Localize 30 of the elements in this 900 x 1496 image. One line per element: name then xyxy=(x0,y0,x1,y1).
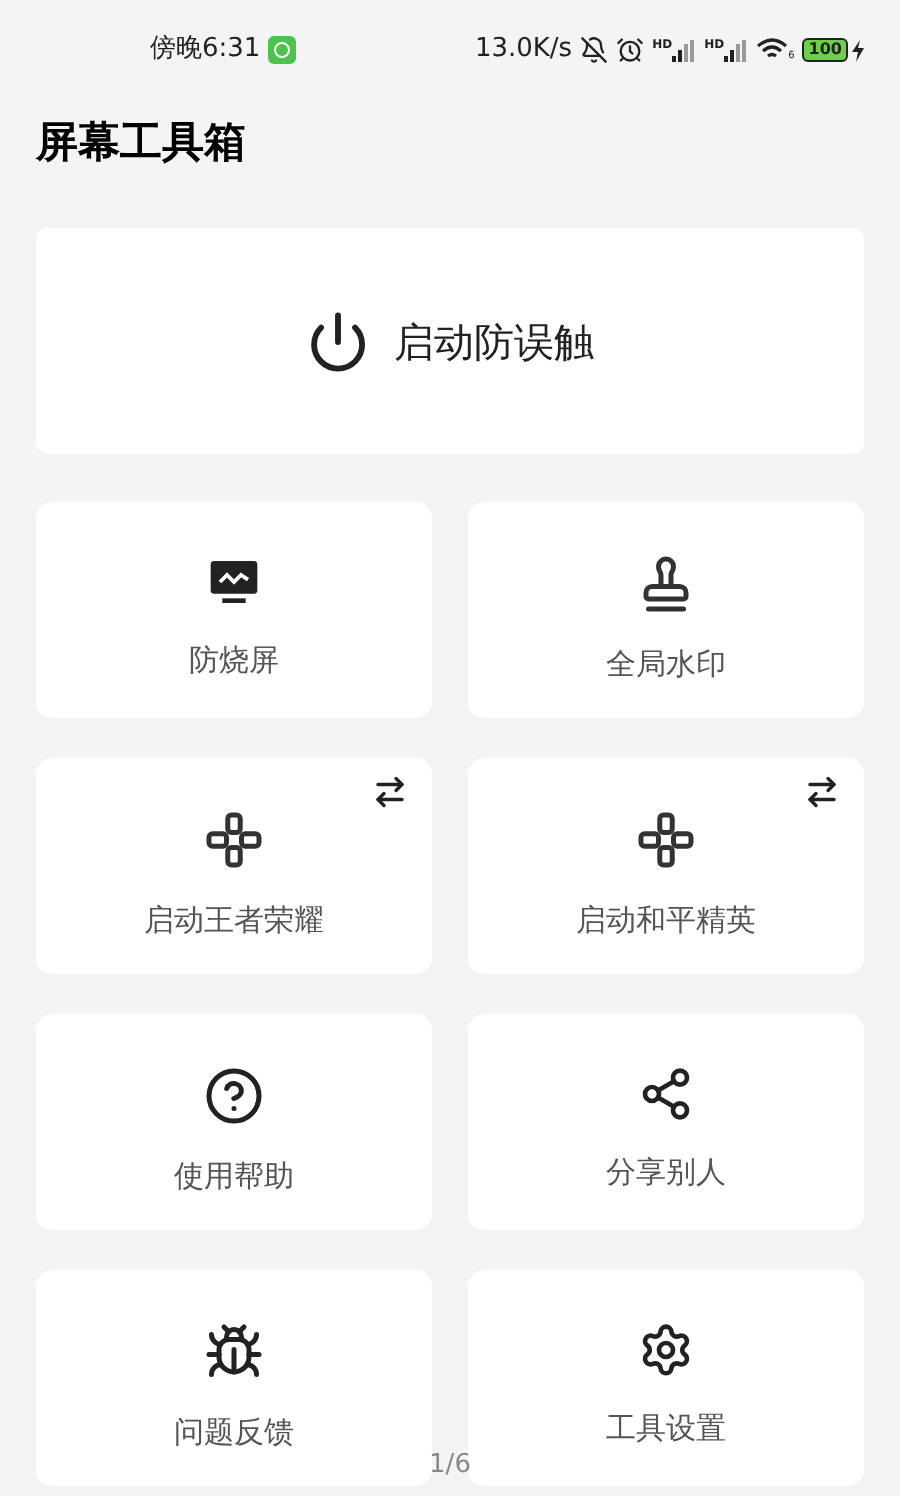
wifi-icon xyxy=(756,38,789,62)
bug-icon xyxy=(204,1322,264,1382)
tool-card[interactable]: 使用帮助 xyxy=(36,1014,432,1230)
mute-icon xyxy=(580,36,609,64)
tool-card[interactable]: 启动王者荣耀 xyxy=(36,758,432,974)
battery-indicator: 100 xyxy=(802,38,848,62)
tool-card[interactable]: 启动和平精英 xyxy=(468,758,864,974)
tool-card[interactable]: 工具设置 xyxy=(468,1270,864,1486)
status-time: 傍晚6:31 xyxy=(150,32,261,69)
tool-card[interactable]: 问题反馈 xyxy=(36,1270,432,1486)
switch-icon xyxy=(372,774,408,810)
gamepad-icon xyxy=(636,810,696,870)
tool-card[interactable]: 全局水印 xyxy=(468,502,864,718)
settings-icon xyxy=(638,1322,694,1378)
gamepad-icon xyxy=(204,810,264,870)
alarm-icon xyxy=(616,36,645,64)
page-indicator: 1/6 xyxy=(429,1447,471,1483)
start-button[interactable]: 启动防误触 xyxy=(36,228,864,454)
signal-icon xyxy=(672,39,697,61)
charging-icon xyxy=(852,39,864,61)
page-title: 屏幕工具箱 xyxy=(36,116,246,171)
tool-card[interactable]: 防烧屏 xyxy=(36,502,432,718)
power-icon xyxy=(306,309,370,373)
switch-icon xyxy=(804,774,840,810)
app-notification-icon xyxy=(268,36,297,64)
help-icon xyxy=(204,1066,264,1126)
share-icon xyxy=(638,1066,694,1122)
signal-icon xyxy=(724,39,749,61)
network-speed: 13.0K/s xyxy=(474,32,573,69)
tool-card[interactable]: 分享别人 xyxy=(468,1014,864,1230)
